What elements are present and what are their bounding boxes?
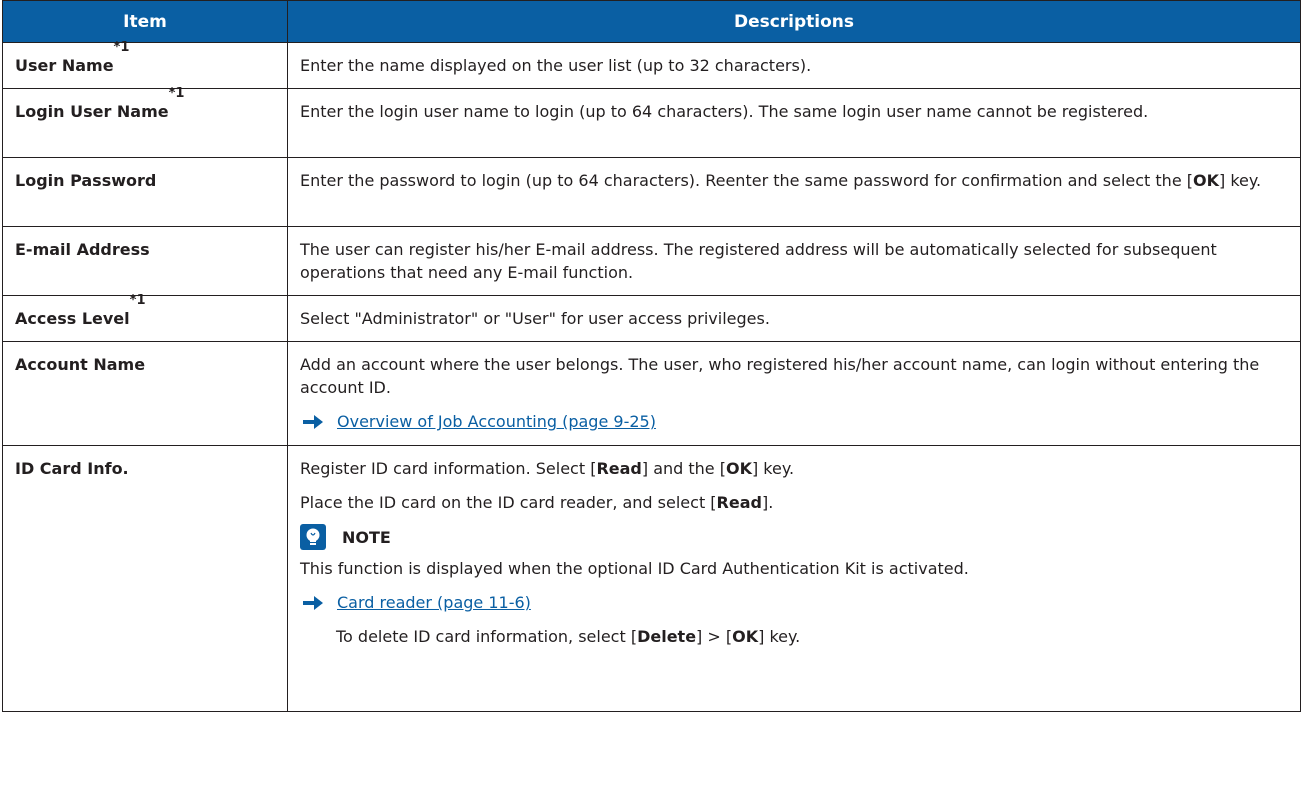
text-segment: ] and the [ bbox=[641, 459, 726, 478]
description-cell: Select "Administrator" or "User" for use… bbox=[287, 295, 1301, 342]
row-email-address: E-mail Address The user can register his… bbox=[2, 226, 1301, 296]
note-heading: NOTE bbox=[300, 524, 1270, 550]
description-cell: The user can register his/her E-mail add… bbox=[287, 226, 1301, 296]
row-user-name: User Name*1 Enter the name displayed on … bbox=[2, 40, 1301, 89]
reference-link-row: Card reader (page 11-6) bbox=[300, 591, 1270, 614]
text-segment: To delete ID card information, select [ bbox=[336, 627, 638, 646]
description-cell: Enter the password to login (up to 64 ch… bbox=[287, 157, 1301, 227]
note-lightbulb-icon bbox=[300, 524, 326, 550]
text-segment: ] key. bbox=[751, 459, 795, 478]
description-text: Place the ID card on the ID card reader,… bbox=[300, 491, 1270, 514]
item-label: Login User Name bbox=[15, 102, 169, 121]
text-segment: Register ID card information. Select [ bbox=[300, 459, 597, 478]
description-text: Enter the name displayed on the user lis… bbox=[300, 56, 812, 75]
description-text: The user can register his/her E-mail add… bbox=[300, 240, 1217, 282]
item-label: Access Level bbox=[15, 309, 130, 328]
key-read: Read bbox=[716, 493, 762, 512]
footnote-marker: *1 bbox=[113, 40, 130, 55]
item-label: E-mail Address bbox=[15, 240, 150, 259]
key-read: Read bbox=[596, 459, 642, 478]
description-text: Enter the login user name to login (up t… bbox=[300, 102, 1149, 121]
text-segment: ] key. bbox=[758, 627, 801, 646]
item-label: ID Card Info. bbox=[15, 459, 129, 478]
footnote-marker: *1 bbox=[168, 86, 185, 101]
text-segment: ] > [ bbox=[696, 627, 733, 646]
description-text: Enter the password to login (up to 64 ch… bbox=[300, 169, 1270, 192]
row-access-level: Access Level*1 Select "Administrator" or… bbox=[2, 293, 1301, 342]
description-cell: Enter the name displayed on the user lis… bbox=[287, 42, 1301, 89]
key-delete: Delete bbox=[637, 627, 697, 646]
job-accounting-link[interactable]: Overview of Job Accounting (page 9-25) bbox=[337, 410, 656, 433]
item-cell: ID Card Info. bbox=[2, 445, 288, 712]
key-ok: OK bbox=[1192, 171, 1219, 190]
text-segment: ] key. bbox=[1218, 171, 1262, 190]
description-text: Register ID card information. Select [Re… bbox=[300, 457, 1270, 480]
row-id-card-info: ID Card Info. Register ID card informati… bbox=[2, 445, 1301, 712]
description-text: To delete ID card information, select [D… bbox=[336, 625, 1270, 648]
item-label: Login Password bbox=[15, 171, 157, 190]
key-ok: OK bbox=[725, 459, 752, 478]
item-cell: Login User Name*1 bbox=[2, 86, 288, 158]
row-account-name: Account Name Add an account where the us… bbox=[2, 341, 1301, 446]
description-cell: Enter the login user name to login (up t… bbox=[287, 88, 1301, 158]
note-title: NOTE bbox=[342, 527, 391, 547]
description-text: Select "Administrator" or "User" for use… bbox=[300, 309, 770, 328]
item-cell: E-mail Address bbox=[2, 226, 288, 296]
note-text: This function is displayed when the opti… bbox=[300, 559, 969, 578]
header-row: Item Descriptions bbox=[2, 0, 1301, 43]
row-login-user-name: Login User Name*1 Enter the login user n… bbox=[2, 86, 1301, 158]
item-label: Account Name bbox=[15, 355, 146, 374]
description-text: Add an account where the user belongs. T… bbox=[300, 355, 1260, 397]
row-login-password: Login Password Enter the password to log… bbox=[2, 157, 1301, 227]
item-cell: Access Level*1 bbox=[2, 293, 288, 342]
user-settings-table: Item Descriptions User Name*1 Enter the … bbox=[2, 0, 1301, 712]
item-cell: User Name*1 bbox=[2, 40, 288, 89]
item-cell: Account Name bbox=[2, 341, 288, 446]
header-descriptions: Descriptions bbox=[287, 0, 1301, 43]
card-reader-link[interactable]: Card reader (page 11-6) bbox=[337, 591, 531, 614]
right-arrow-icon bbox=[303, 595, 323, 610]
description-cell: Add an account where the user belongs. T… bbox=[287, 341, 1301, 446]
text-segment: Place the ID card on the ID card reader,… bbox=[300, 493, 717, 512]
text-segment: Enter the password to login (up to 64 ch… bbox=[300, 171, 1193, 190]
footnote-marker: *1 bbox=[129, 293, 146, 308]
item-label: User Name bbox=[15, 56, 114, 75]
item-cell: Login Password bbox=[2, 157, 288, 227]
key-ok: OK bbox=[732, 627, 759, 646]
right-arrow-icon bbox=[303, 414, 323, 429]
reference-link-row: Overview of Job Accounting (page 9-25) bbox=[300, 410, 1270, 433]
description-cell: Register ID card information. Select [Re… bbox=[287, 445, 1301, 712]
text-segment: ]. bbox=[761, 493, 774, 512]
header-item: Item bbox=[2, 0, 288, 43]
